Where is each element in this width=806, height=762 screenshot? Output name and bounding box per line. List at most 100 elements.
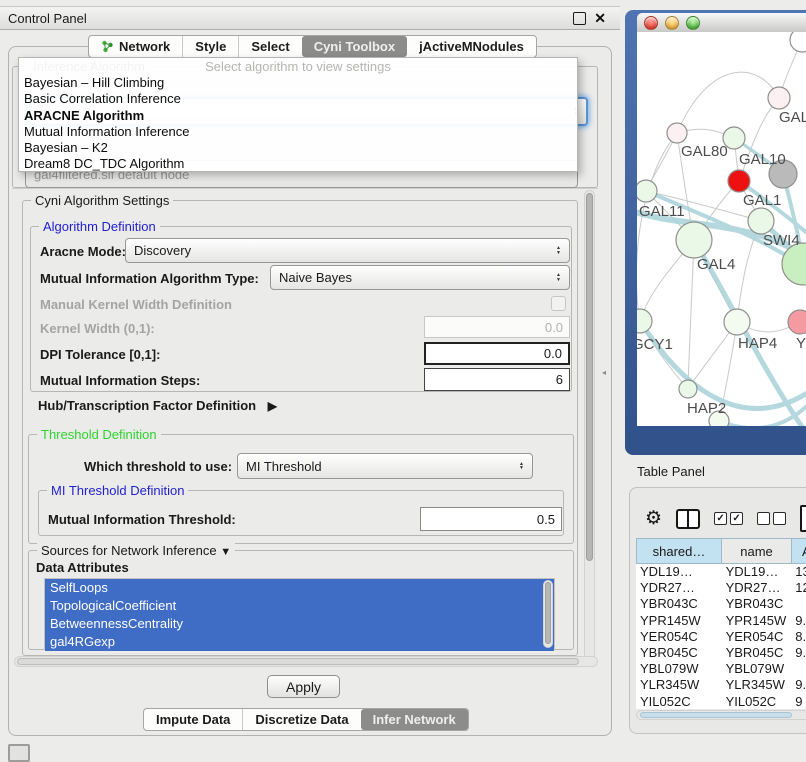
settings-vertical-scrollbar[interactable] (584, 190, 595, 662)
column-header-partial[interactable]: A (791, 538, 806, 564)
list-vertical-scrollbar[interactable] (543, 580, 553, 648)
dropdown-hint: Select algorithm to view settings (19, 58, 577, 75)
network-node[interactable] (637, 180, 657, 202)
mac-close-button[interactable] (644, 16, 658, 30)
splitter-collapse-icon[interactable]: ◂ (602, 368, 606, 377)
table-row[interactable]: YIL052CYIL052C9 (636, 694, 806, 710)
close-window-icon[interactable]: ✕ (594, 12, 606, 25)
dock-panel-icon[interactable] (8, 744, 30, 762)
network-node-label: HAP2 (687, 400, 726, 417)
dropdown-item[interactable]: Bayesian – Hill Climbing (19, 75, 577, 91)
sources-title[interactable]: Sources for Network Inference ▼ (37, 543, 235, 558)
dpi-tolerance-label: DPI Tolerance [0,1]: (40, 347, 160, 362)
manual-kernel-checkbox[interactable] (551, 296, 566, 311)
network-node[interactable] (637, 309, 652, 333)
list-item[interactable]: BetweennessCentrality (45, 615, 554, 633)
mi-type-combo[interactable]: Naive Bayes ▲▼ (270, 265, 570, 290)
data-attributes-list: SelfLoops TopologicalCoefficient Between… (44, 578, 555, 650)
hub-definition-toggle[interactable]: Hub/Transcription Factor Definition ▶ (38, 398, 277, 413)
network-node-label: GAL11 (639, 203, 685, 220)
table-row[interactable]: YDL19…YDL19…13 (636, 564, 806, 580)
expand-right-icon[interactable]: ▶ (260, 399, 277, 413)
dropdown-item[interactable]: Dream8 DC_TDC Algorithm (19, 156, 577, 172)
network-node[interactable] (768, 87, 790, 109)
table-row[interactable]: YBR045CYBR045C9. (636, 645, 806, 661)
network-node[interactable] (667, 123, 687, 143)
network-node[interactable] (790, 32, 806, 52)
network-canvas[interactable]: GAL GAL80 GAL10 GAL1 GAL11 SWI4 GAL4 GCY… (637, 32, 806, 426)
tab-network[interactable]: Network (89, 36, 182, 57)
which-threshold-combo[interactable]: MI Threshold ▲▼ (237, 453, 533, 479)
table-row[interactable]: YLR345WYLR345W9. (636, 677, 806, 693)
tab-impute-data[interactable]: Impute Data (144, 709, 242, 730)
column-header-name[interactable]: name (721, 538, 792, 564)
network-node-label: GAL80 (681, 143, 728, 160)
table-row[interactable]: YPR145WYPR145W9. (636, 613, 806, 629)
table-horizontal-scrollbar[interactable] (636, 710, 806, 720)
column-header-shared[interactable]: shared… (636, 538, 722, 564)
mi-threshold-group-title: MI Threshold Definition (47, 483, 188, 498)
dropdown-item-selected[interactable]: ARACNE Algorithm (19, 108, 577, 124)
apply-button[interactable]: Apply (267, 675, 340, 698)
combo-stepper-icon: ▲▼ (513, 462, 524, 471)
mi-steps-input[interactable]: 6 (424, 368, 570, 391)
network-node-gal1[interactable] (728, 170, 750, 192)
aracne-mode-combo[interactable]: Discovery ▲▼ (125, 238, 570, 263)
combo-stepper-icon: ▲▼ (550, 273, 561, 282)
network-node[interactable] (782, 243, 806, 285)
mac-minimize-button[interactable] (665, 16, 679, 30)
select-all-icon[interactable]: ✓ ✓ (714, 512, 743, 525)
mac-zoom-button[interactable] (686, 16, 700, 30)
threshold-definition-title: Threshold Definition (37, 427, 161, 442)
list-item[interactable]: SelfLoops (45, 579, 554, 597)
network-tab-icon (101, 40, 114, 53)
network-node-hap2[interactable] (679, 380, 697, 398)
network-window-titlebar (637, 13, 806, 32)
dpi-tolerance-input[interactable]: 0.0 (424, 342, 570, 365)
table-row[interactable]: YER054CYER054C8. (636, 629, 806, 645)
network-node-gal4[interactable] (676, 222, 712, 258)
control-panel-tabbar: Network Style Select Cyni Toolbox jActiv… (88, 35, 537, 58)
kernel-width-input[interactable]: 0.0 (424, 316, 570, 338)
control-panel-title: Control Panel (8, 11, 87, 26)
table-toolbar: ⚙ ✓ ✓ (645, 505, 806, 532)
split-view-icon[interactable] (676, 509, 700, 529)
gear-icon[interactable]: ⚙ (645, 507, 662, 530)
kernel-width-label: Kernel Width (0,1): (40, 321, 155, 336)
network-node-hap4[interactable] (724, 309, 750, 335)
settings-horizontal-scrollbar[interactable] (14, 656, 598, 667)
network-node[interactable] (788, 310, 806, 334)
network-node[interactable] (748, 208, 774, 234)
checked-box-icon: ✓ (730, 512, 743, 525)
control-panel-titlebar: Control Panel ✕ (0, 6, 620, 30)
algorithm-dropdown-list: Select algorithm to view settings Bayesi… (18, 57, 578, 172)
float-window-icon[interactable] (573, 12, 586, 25)
table-row[interactable]: YDR27…YDR27…12 (636, 580, 806, 596)
dropdown-item[interactable]: Basic Correlation Inference (19, 91, 577, 107)
tab-style[interactable]: Style (182, 36, 238, 57)
algorithm-definition-title: Algorithm Definition (39, 219, 160, 234)
list-item[interactable]: gal4RGexp (45, 633, 554, 651)
tab-select[interactable]: Select (238, 36, 301, 57)
bottom-tabbar: Impute Data Discretize Data Infer Networ… (143, 708, 469, 731)
tab-discretize-data[interactable]: Discretize Data (242, 709, 360, 730)
document-icon[interactable] (800, 505, 806, 532)
network-node-label: Y (796, 335, 806, 352)
collapse-down-icon[interactable]: ▼ (220, 546, 231, 558)
table-row[interactable]: YBL079WYBL079W (636, 661, 806, 677)
table-row[interactable]: YBR043CYBR043C (636, 596, 806, 612)
mi-threshold-label: Mutual Information Threshold: (48, 512, 236, 527)
network-node-label: GAL10 (739, 151, 786, 168)
dropdown-item[interactable]: Bayesian – K2 (19, 140, 577, 156)
unchecked-box-icon (757, 512, 770, 525)
tab-jactivemnodules[interactable]: jActiveMNodules (407, 36, 536, 57)
list-item[interactable]: TopologicalCoefficient (45, 597, 554, 615)
mi-threshold-input[interactable]: 0.5 (420, 507, 562, 531)
aracne-mode-label: Aracne Mode: (40, 244, 126, 259)
combo-stepper-icon: ▲▼ (550, 246, 561, 255)
tab-cyni-toolbox[interactable]: Cyni Toolbox (302, 36, 407, 57)
dropdown-item[interactable]: Mutual Information Inference (19, 124, 577, 140)
deselect-all-icon[interactable] (757, 512, 786, 525)
network-node-label: SWI4 (763, 232, 800, 249)
tab-infer-network[interactable]: Infer Network (361, 709, 468, 730)
